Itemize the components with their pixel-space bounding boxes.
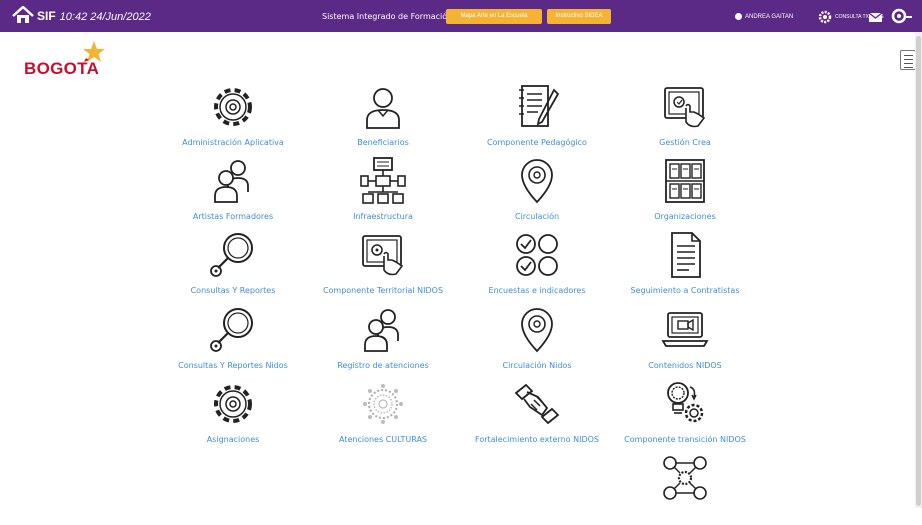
people-icon: [358, 305, 408, 355]
tile-infraestructura[interactable]: Infraestructura: [308, 156, 458, 228]
tile-label: Circulación: [514, 212, 560, 221]
gear-icon: [208, 82, 258, 132]
location-pin-icon: [512, 305, 562, 355]
tile-circulacion-nidos[interactable]: Circulación Nidos: [462, 305, 612, 377]
location-pin-icon: [512, 156, 562, 206]
menu-toggle-button[interactable]: [900, 50, 916, 70]
user-name[interactable]: ANDREA GAITAN: [735, 13, 793, 20]
tile-label: Beneficiarios: [357, 138, 409, 147]
tablet-touch-icon: [660, 82, 710, 132]
bogota-logo: BOGOTA: [24, 40, 114, 82]
tile-label: Gestión Crea: [659, 138, 711, 147]
notebook-pencil-icon: [512, 82, 562, 132]
virus-icon: [358, 379, 408, 429]
tile-label: Consultas Y Reportes Nidos: [178, 361, 288, 370]
tile-label: Fortalecimiento externo NIDOS: [475, 435, 599, 444]
logo-text: BOGOTA: [24, 59, 100, 78]
instructivo-button[interactable]: Instructivo SIDEA: [547, 9, 611, 24]
datetime: 10:42 24/Jun/2022: [59, 11, 151, 23]
tile-consultas-y-reportes-nidos[interactable]: Consultas Y Reportes Nidos: [158, 305, 308, 377]
app-name: SIF: [37, 9, 56, 23]
tile-asignaciones[interactable]: Asignaciones: [158, 379, 308, 451]
tile-atenciones-culturas[interactable]: Atenciones CULTURAS: [308, 379, 458, 451]
tile-label: Seguimiento a Contratistas: [630, 286, 740, 295]
laptop-video-icon: [660, 305, 710, 355]
tickets-gear-icon[interactable]: [817, 10, 833, 29]
tile-componente-transicion-nidos[interactable]: Componente transición NIDOS: [610, 379, 760, 451]
tile-label: Circulación Nidos: [502, 361, 572, 370]
tile-label: Componente Pedagógico: [487, 138, 587, 147]
tile-encuestas-e-indicadores[interactable]: Encuestas e indicadores: [462, 230, 612, 302]
gear-icon: [208, 379, 258, 429]
building-icon: [660, 156, 710, 206]
magnifier-icon: [208, 230, 258, 280]
tile-registro-de-atenciones[interactable]: Registro de atenciones: [308, 305, 458, 377]
top-bar: SIF 10:42 24/Jun/2022 Sistema Integrado d…: [0, 0, 922, 32]
network-people-icon: [660, 453, 710, 503]
user-settings-icon[interactable]: [891, 8, 913, 29]
tile-label: Encuestas e indicadores: [488, 286, 586, 295]
scrollbar-thumb[interactable]: [916, 36, 921, 506]
tile-label: Artistas Formadores: [192, 212, 274, 221]
home-icon[interactable]: [12, 5, 34, 29]
check-circles-icon: [512, 230, 562, 280]
tile-administracion-aplicativa[interactable]: Administración Aplicativa: [158, 82, 308, 154]
tile-beneficiarios[interactable]: Beneficiarios: [308, 82, 458, 154]
tile-seguimiento-a-contratistas[interactable]: Seguimiento a Contratistas: [610, 230, 760, 302]
tile-label: Componente transición NIDOS: [624, 435, 746, 444]
tile-label: Organizaciones: [654, 212, 716, 221]
tile-label: Infraestructura: [353, 212, 413, 221]
person-icon: [358, 82, 408, 132]
tile-componente-territorial-nidos[interactable]: Componente Territorial NIDOS: [308, 230, 458, 302]
document-icon: [660, 230, 710, 280]
tile-componente-pedagogico[interactable]: Componente Pedagógico: [462, 82, 612, 154]
tile-circulacion[interactable]: Circulación: [462, 156, 612, 228]
mail-icon[interactable]: [868, 10, 883, 28]
tile-label: Atenciones CULTURAS: [338, 435, 427, 444]
tile-label: Asignaciones: [206, 435, 260, 444]
tile-organizaciones[interactable]: Organizaciones: [610, 156, 760, 228]
app-title: SIF 10:42 24/Jun/2022: [37, 9, 151, 23]
user-name-text: ANDREA GAITAN: [745, 14, 794, 21]
tile-label: Administración Aplicativa: [182, 138, 284, 147]
tile-artistas-formadores[interactable]: Artistas Formadores: [158, 156, 308, 228]
tablet-touch-icon: [358, 230, 408, 280]
system-title: Sistema Integrado de Formación: [322, 12, 453, 21]
tile-contenidos-nidos[interactable]: Contenidos NIDOS: [610, 305, 760, 377]
org-chart-icon: [358, 156, 408, 206]
tile-label: Contenidos NIDOS: [648, 361, 722, 370]
tile-fortalecimiento-externo-nidos[interactable]: Fortalecimiento externo NIDOS: [462, 379, 612, 451]
people-icon: [208, 156, 258, 206]
magnifier-icon: [208, 305, 258, 355]
tile-gestion-crea[interactable]: Gestión Crea: [610, 82, 760, 154]
tile-consultas-y-reportes[interactable]: Consultas Y Reportes: [158, 230, 308, 302]
map-art-school-button[interactable]: Mapa Arte en La Escuela: [446, 9, 542, 24]
tile-network[interactable]: [610, 453, 760, 525]
tile-label: Registro de atenciones: [337, 361, 429, 370]
vertical-scrollbar[interactable]: [915, 32, 922, 508]
handshake-icon: [512, 379, 562, 429]
tile-label: Consultas Y Reportes: [190, 286, 276, 295]
tile-label: Componente Territorial NIDOS: [322, 286, 444, 295]
idea-gear-icon: [660, 379, 710, 429]
user-icon: [735, 13, 742, 20]
